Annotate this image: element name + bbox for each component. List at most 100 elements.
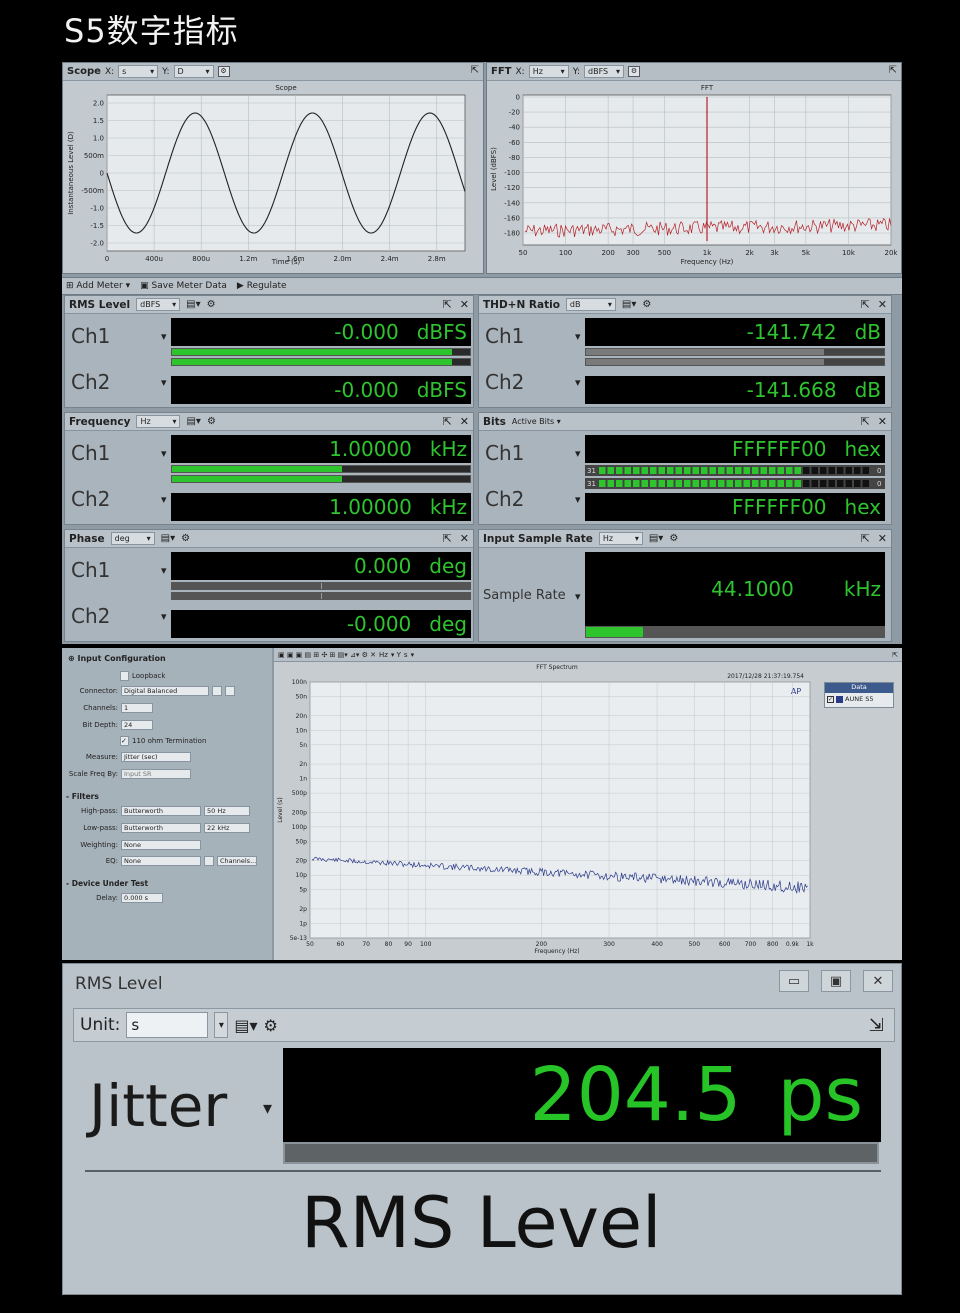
bit-indicator [616,467,623,474]
legend-item[interactable]: ✓ AUNE S5 [825,693,893,705]
graph-icon[interactable]: ▤▾ [186,416,200,427]
ch1-dropdown[interactable]: ▾ [161,447,167,460]
highpass-select[interactable]: Butterworth [121,806,201,816]
eq-select[interactable]: None [121,856,201,866]
channels-stepper[interactable]: 1 [121,703,153,713]
popout-icon[interactable]: ⇱ [861,298,870,311]
close-icon[interactable]: ✕ [460,298,469,311]
close-icon[interactable]: ✕ [863,970,893,992]
lowpass-select[interactable]: Butterworth [121,823,201,833]
regulate-button[interactable]: ▶ Regulate [237,281,287,291]
lowpass-value[interactable]: 22 kHz [204,823,250,833]
measure-select[interactable]: Jitter (sec) [121,752,191,762]
spectrum-xlabel: Frequency (Hz) [534,948,579,955]
bit-indicator [684,480,691,487]
unit-select[interactable]: dBFS ▾ [136,298,181,311]
ch2-dropdown[interactable]: ▾ [161,493,167,506]
x-tick-label: 2.4m [381,255,399,263]
settings-icon[interactable]: ⚙ [669,533,678,544]
settings-icon[interactable]: ⚙ [642,299,651,310]
ch1-dropdown[interactable]: ▾ [575,447,581,460]
close-icon[interactable]: ✕ [460,415,469,428]
frequency-meter: Frequency Hz ▾ ▤▾ ⚙ ⇱ ✕ Ch1 ▾ Ch2 ▾ 1.00000… [64,412,474,525]
settings-icon[interactable]: ⚙ [217,66,230,77]
popout-icon[interactable]: ⇱ [443,298,452,311]
y-unit-select[interactable]: D ▾ [173,65,214,78]
close-icon[interactable]: ✕ [460,532,469,545]
y-tick-label: 20p [296,858,308,865]
bit-indicator [845,467,852,474]
highpass-value[interactable]: 50 Hz [204,806,250,816]
popout-icon[interactable]: ⇱ [861,532,870,545]
spectrum-y-unit[interactable]: s [404,651,408,659]
channels-button[interactable]: Channels... [217,856,257,866]
bit-indicator [837,467,844,474]
connector-select[interactable]: Digital Balanced [121,686,209,696]
bit-index-label: 31 [587,467,596,475]
termination-checkbox[interactable]: ✓ 110 ohm Termination [120,736,206,746]
unit-select[interactable]: s [126,1012,209,1038]
bitdepth-stepper[interactable]: 24 [121,720,153,730]
close-icon[interactable]: ✕ [878,532,887,545]
bit-index-label: 0 [877,480,881,488]
ch2-dropdown[interactable]: ▾ [575,376,581,389]
bit-indicator [641,480,648,487]
graph-icon[interactable]: ▤▾ [186,299,200,310]
unit-select[interactable]: Hz ▾ [136,415,181,428]
unit-select[interactable]: dB ▾ [565,298,616,311]
settings-icon[interactable]: ⚙ [264,1016,278,1035]
popout-icon[interactable]: ⇱ [892,651,898,659]
connector-icon-2[interactable] [225,686,235,696]
settings-icon[interactable]: ⚙ [207,299,216,310]
x-tick-label: 3k [770,249,779,257]
dut-header[interactable]: - Device Under Test [66,879,148,888]
popout-icon[interactable]: ⇱ [443,532,452,545]
fft-y-unit-select[interactable]: dBFS ▾ [584,65,625,78]
minimize-icon[interactable]: ▭ [779,970,809,992]
popout-icon[interactable]: ⇱ [861,415,870,428]
save-meter-data-button[interactable]: ▣ Save Meter Data [140,281,227,291]
spectrum-x-unit[interactable]: Hz [379,651,388,659]
ch1-dropdown[interactable]: ▾ [161,564,167,577]
scale-select[interactable]: Input SR [121,769,191,779]
loopback-checkbox[interactable]: Loopback [120,671,165,681]
graph-icon[interactable]: ▤▾ [161,533,175,544]
settings-icon[interactable]: ⚙ [181,533,190,544]
ch2-dropdown[interactable]: ▾ [161,610,167,623]
ch2-dropdown[interactable]: ▾ [575,493,581,506]
maximize-icon[interactable]: ▣ [821,970,851,992]
graph-icon[interactable]: ▤▾ [649,533,663,544]
bit-indicator [735,480,742,487]
delay-input[interactable]: 0.000 s [121,893,163,903]
sample-rate-dropdown[interactable]: ▾ [575,590,581,603]
ch1-display: FFFFFF00 hex [585,435,885,463]
eq-icon[interactable] [204,856,214,866]
unit-dropdown-arrow[interactable]: ▾ [214,1012,229,1038]
ch1-dropdown[interactable]: ▾ [575,330,581,343]
close-icon[interactable]: ✕ [878,298,887,311]
unit-select[interactable]: Hz ▾ [598,532,643,545]
graph-icon[interactable]: ▤▾ [622,299,636,310]
add-meter-button[interactable]: ⊞ Add Meter ▾ [66,281,130,291]
bits-mode-select[interactable]: Active Bits ▾ [512,417,561,426]
popout-icon[interactable]: ⇱ [889,65,897,76]
graph-icon[interactable]: ▤▾ [234,1016,257,1035]
ch1-dropdown[interactable]: ▾ [161,330,167,343]
toolbar-icons[interactable]: ▣ ▣ ▣ ▤ ⊞ ✣ ⊞ ▤▾ ⊿▾ ⚙ ✕ [278,651,376,659]
connector-icon[interactable] [212,686,222,696]
popout-icon[interactable]: ⇱ [443,415,452,428]
settings-icon[interactable]: ⚙ [207,416,216,427]
popout-icon[interactable]: ⇲ [869,1015,884,1036]
popout-icon[interactable]: ⇱ [471,65,479,76]
filters-header[interactable]: - Filters [66,792,99,801]
weighting-select[interactable]: None [121,840,201,850]
bit-indicator [633,480,640,487]
unit-select[interactable]: deg ▾ [110,532,155,545]
close-icon[interactable]: ✕ [878,415,887,428]
bits-meter: Bits Active Bits ▾ ⇱ ✕ Ch1 ▾ Ch2 ▾ FFFFFF… [478,412,892,525]
fft-x-unit-select[interactable]: Hz ▾ [528,65,569,78]
x-unit-select[interactable]: s ▾ [118,65,159,78]
settings-icon[interactable]: ⚙ [628,66,641,77]
measure-dropdown[interactable]: ▾ [263,1098,272,1119]
ch2-dropdown[interactable]: ▾ [161,376,167,389]
